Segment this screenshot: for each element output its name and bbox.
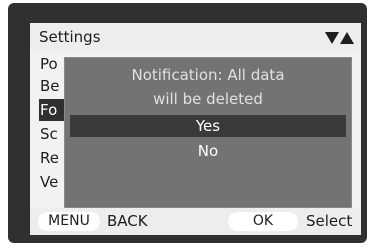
- triangle-up-icon: [340, 32, 354, 44]
- footer-bar: MENU BACK OK Select: [30, 208, 361, 235]
- dialog-message-line1: Notification: All data: [131, 66, 285, 84]
- menu-key-button[interactable]: MENU: [38, 212, 100, 231]
- back-label: BACK: [107, 212, 148, 230]
- dialog-message: Notification: All data will be deleted: [65, 63, 351, 111]
- header-bar: Settings: [30, 23, 361, 51]
- screen: Settings Po Be Fo Sc Re Ve Notification:…: [30, 23, 361, 235]
- no-option[interactable]: No: [70, 140, 346, 162]
- ok-key-button[interactable]: OK: [228, 212, 298, 231]
- dialog-message-line2: will be deleted: [153, 90, 263, 108]
- select-label: Select: [306, 212, 353, 230]
- yes-option[interactable]: Yes: [70, 115, 346, 137]
- triangle-down-icon: [325, 32, 339, 44]
- confirm-dialog: Notification: All data will be deleted Y…: [64, 57, 352, 208]
- page-title: Settings: [39, 28, 101, 46]
- scroll-indicator: [325, 32, 354, 44]
